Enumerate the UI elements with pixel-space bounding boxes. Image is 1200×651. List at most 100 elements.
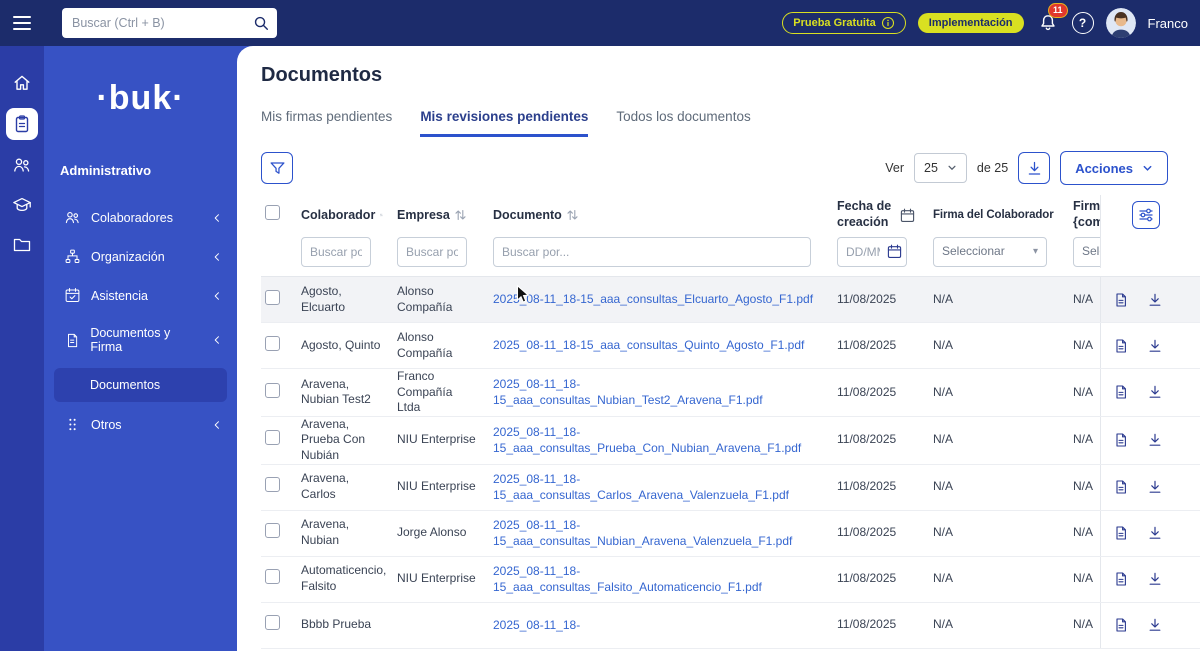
actions-button[interactable]: Acciones: [1060, 151, 1168, 185]
tabs: Mis firmas pendientes Mis revisiones pen…: [261, 109, 1200, 137]
download-document-icon[interactable]: [1147, 432, 1163, 448]
header-firma-empresa[interactable]: Firma {comp: [1069, 199, 1100, 230]
toolbar: Ver 25 de 25 Acciones: [261, 151, 1168, 185]
download-document-icon[interactable]: [1147, 292, 1163, 308]
sort-icon[interactable]: [380, 209, 383, 221]
download-document-icon[interactable]: [1147, 384, 1163, 400]
row-checkbox[interactable]: [265, 382, 280, 398]
filter-firma-colaborador-select[interactable]: Seleccionar ▾: [933, 236, 1047, 267]
rail-files-icon[interactable]: [6, 230, 38, 260]
row-checkbox[interactable]: [265, 335, 280, 351]
download-document-icon[interactable]: [1147, 479, 1163, 495]
document-link[interactable]: 2025_08-11_18-15_aaa_consultas_Quinto_Ag…: [493, 337, 823, 353]
rail-people-icon[interactable]: [6, 150, 38, 180]
view-document-icon[interactable]: [1113, 292, 1129, 308]
trial-badge[interactable]: Prueba Gratuita: [782, 12, 906, 34]
header-empresa[interactable]: Empresa: [393, 207, 489, 223]
view-document-icon[interactable]: [1113, 479, 1129, 495]
header-documento[interactable]: Documento: [489, 207, 833, 223]
sidebar-item-otros[interactable]: Otros: [44, 405, 237, 444]
firma-colaborador-cell: N/A: [933, 384, 954, 399]
table-row[interactable]: Agosto, Quinto Alonso Compañía 2025_08-1…: [261, 323, 1200, 369]
document-link[interactable]: 2025_08-11_18-15_aaa_consultas_Nubian_Ar…: [493, 517, 823, 549]
download-document-icon[interactable]: [1147, 338, 1163, 354]
buk-logo: ·buk·: [96, 79, 185, 117]
sidebar-section-label: Administrativo: [60, 163, 152, 179]
empresa-cell: NIU Enterprise: [397, 571, 476, 586]
rail-training-icon[interactable]: [6, 190, 38, 220]
table-row[interactable]: Automaticencio, Falsito NIU Enterprise 2…: [261, 556, 1200, 603]
firma-colaborador-cell: N/A: [933, 479, 954, 494]
row-checkbox[interactable]: [265, 289, 280, 305]
download-document-icon[interactable]: [1147, 571, 1163, 587]
page-title: Documentos: [261, 64, 383, 86]
header-colaborador[interactable]: Colaborador: [297, 207, 393, 223]
row-checkbox[interactable]: [265, 615, 280, 631]
avatar[interactable]: [1105, 8, 1136, 38]
view-document-icon[interactable]: [1113, 338, 1129, 354]
select-all-checkbox[interactable]: [265, 205, 280, 221]
row-checkbox[interactable]: [265, 430, 280, 446]
page-size-select[interactable]: 25: [914, 153, 967, 183]
hamburger-menu-icon[interactable]: [0, 16, 44, 30]
document-link[interactable]: 2025_08-11_18-15_aaa_consultas_Falsito_A…: [493, 563, 823, 595]
filter-documento-input[interactable]: [493, 236, 811, 267]
colaborador-cell: Aravena, Carlos: [301, 471, 350, 502]
document-link[interactable]: 2025_08-11_18-15_aaa_consultas_Elcuarto_…: [493, 291, 823, 307]
sidebar-item-organizacion[interactable]: Organización: [44, 237, 237, 276]
calendar-icon[interactable]: [887, 244, 902, 259]
row-checkbox[interactable]: [265, 523, 280, 539]
tab-mis-firmas-pendientes[interactable]: Mis firmas pendientes: [261, 109, 392, 137]
table-row[interactable]: Aravena, Prueba Con Nubián NIU Enterpris…: [261, 416, 1200, 465]
search-icon[interactable]: [253, 15, 269, 31]
calendar-check-icon: [65, 288, 80, 303]
filter-empresa-input[interactable]: [397, 236, 467, 267]
view-document-icon[interactable]: [1113, 384, 1129, 400]
table-row[interactable]: Bbbb Prueba 2025_08-11_18- 11/08/2025 N/…: [261, 602, 1200, 649]
column-settings-button[interactable]: [1131, 201, 1160, 229]
filter-firma-empresa-select[interactable]: Seleccionar: [1073, 236, 1100, 267]
implementation-badge[interactable]: Implementación: [917, 13, 1024, 33]
document-link[interactable]: 2025_08-11_18-15_aaa_consultas_Carlos_Ar…: [493, 471, 823, 503]
table-row[interactable]: Aravena, Carlos NIU Enterprise 2025_08-1…: [261, 464, 1200, 511]
notifications-button[interactable]: 11: [1036, 3, 1068, 35]
tab-todos-los-documentos[interactable]: Todos los documentos: [616, 109, 750, 137]
rail-home-icon[interactable]: [6, 68, 38, 98]
firma-colaborador-cell: N/A: [933, 291, 954, 306]
search-input[interactable]: [62, 8, 277, 38]
row-checkbox[interactable]: [265, 569, 280, 585]
table-filter-row: Seleccionar ▾ Seleccionar: [261, 235, 1200, 277]
row-checkbox[interactable]: [265, 477, 280, 493]
document-link[interactable]: 2025_08-11_18-: [493, 617, 823, 633]
sliders-icon: [1139, 208, 1152, 222]
filter-colaborador-input[interactable]: [301, 236, 371, 267]
tab-mis-revisiones-pendientes[interactable]: Mis revisiones pendientes: [420, 109, 589, 137]
view-document-icon[interactable]: [1113, 432, 1129, 448]
sort-icon[interactable]: [455, 209, 466, 221]
rail-documents-icon[interactable]: [6, 108, 38, 140]
sort-icon[interactable]: [567, 209, 578, 221]
document-link[interactable]: 2025_08-11_18-15_aaa_consultas_Prueba_Co…: [493, 424, 823, 456]
header-firma-colaborador[interactable]: Firma del Colaborador: [929, 208, 1069, 223]
sidebar-item-colaboradores[interactable]: Colaboradores: [44, 198, 237, 237]
download-document-icon[interactable]: [1147, 617, 1163, 633]
download-document-icon[interactable]: [1147, 525, 1163, 541]
view-document-icon[interactable]: [1113, 571, 1129, 587]
firma-colaborador-cell: N/A: [933, 571, 954, 586]
documents-table: Colaborador Empresa Documento Fecha de c…: [261, 195, 1200, 649]
filter-button[interactable]: [261, 152, 293, 184]
header-fecha-creacion[interactable]: Fecha de creación: [833, 199, 929, 230]
firma-empresa-cell: N/A: [1073, 617, 1094, 632]
table-row[interactable]: Aravena, Nubian Test2 Franco Compañía Lt…: [261, 369, 1200, 417]
document-link[interactable]: 2025_08-11_18-15_aaa_consultas_Nubian_Te…: [493, 376, 823, 408]
export-button[interactable]: [1018, 152, 1051, 184]
view-document-icon[interactable]: [1113, 525, 1129, 541]
table-row[interactable]: Agosto, Elcuarto Alonso Compañía 2025_08…: [261, 277, 1200, 323]
user-name[interactable]: Franco: [1148, 16, 1188, 31]
sidebar-item-asistencia[interactable]: Asistencia: [44, 276, 237, 315]
sidebar-item-documentos-y-firma[interactable]: Documentos y Firma: [44, 315, 237, 365]
table-row[interactable]: Aravena, Nubian Jorge Alonso 2025_08-11_…: [261, 510, 1200, 557]
help-button[interactable]: ?: [1071, 12, 1094, 34]
sidebar-subitem-documentos[interactable]: Documentos: [54, 368, 227, 403]
view-document-icon[interactable]: [1113, 617, 1129, 633]
